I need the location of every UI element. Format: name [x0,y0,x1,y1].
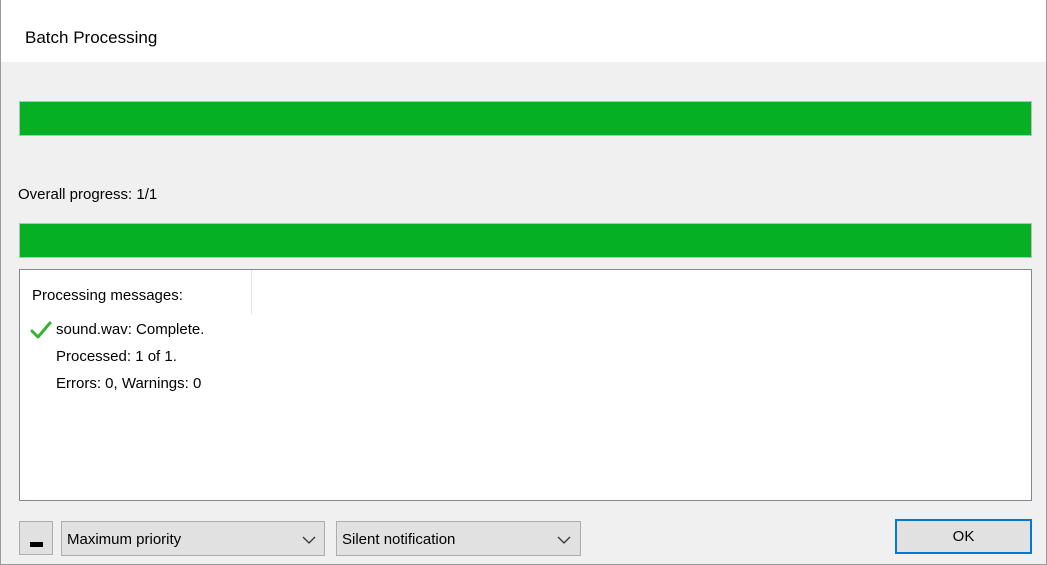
overall-progress-bar [19,223,1032,258]
file-progress-fill [20,102,1031,135]
batch-processing-dialog: Batch Processing Overall progress: 1/1 P… [0,0,1047,565]
ok-button[interactable]: OK [895,519,1032,554]
messages-column-header[interactable]: Processing messages: [20,270,252,314]
notification-select[interactable]: Silent notification [336,521,581,556]
notification-select-value: Silent notification [342,531,456,548]
processing-messages-list[interactable]: Processing messages: sound.wav: Complete… [19,269,1032,501]
message-line: Processed: 1 of 1. [56,348,177,365]
priority-select-value: Maximum priority [67,531,182,548]
message-line: sound.wav: Complete. [56,321,205,338]
title-bar: Batch Processing [1,0,1046,62]
minus-icon [30,542,43,547]
message-line: Errors: 0, Warnings: 0 [56,375,202,392]
window-title: Batch Processing [25,28,158,47]
overall-progress-label: Overall progress: 1/1 [18,186,158,203]
collapse-button[interactable] [19,521,53,555]
priority-select[interactable]: Maximum priority [61,521,325,556]
file-progress-bar [19,101,1032,136]
overall-progress-fill [20,224,1031,257]
chevron-down-icon [302,536,316,544]
messages-header-label: Processing messages: [32,287,183,304]
check-icon [30,321,52,339]
chevron-down-icon [557,536,571,544]
